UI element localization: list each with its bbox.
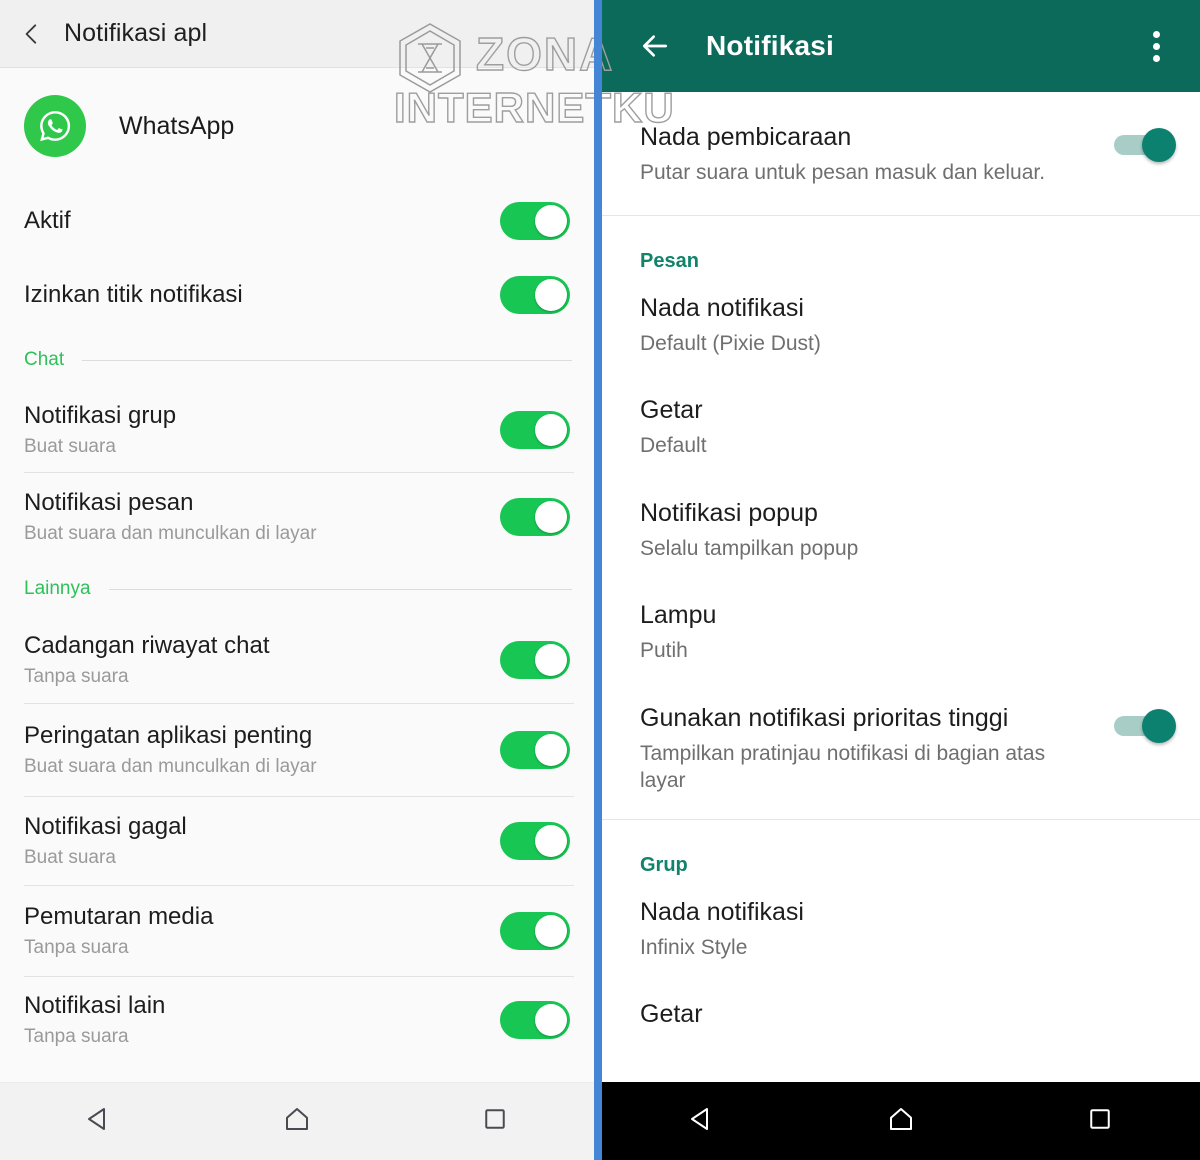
row-title: Peringatan aplikasi penting xyxy=(24,721,313,749)
list-item[interactable]: Lampu Putih xyxy=(602,582,1200,685)
list-item[interactable]: Getar xyxy=(602,981,1200,1038)
list-item[interactable]: Notifikasi pesan Buat suara dan munculka… xyxy=(0,473,594,561)
row-subtitle: Tanpa suara xyxy=(24,1025,129,1047)
row-title: Notifikasi lain xyxy=(24,991,166,1019)
list-item[interactable]: Cadangan riwayat chat Tanpa suara xyxy=(0,617,594,703)
nav-home-icon[interactable] xyxy=(886,1104,916,1139)
app-name-label: WhatsApp xyxy=(119,111,235,140)
row-subtitle: Putih xyxy=(640,639,688,663)
left-phone-screen: Notifikasi apl WhatsApp Aktif Izinkan ti… xyxy=(0,0,594,1160)
arrow-left-icon[interactable] xyxy=(632,23,678,69)
row-title: Notifikasi grup xyxy=(24,401,177,429)
row-subtitle: Selalu tampilkan popup xyxy=(640,536,859,560)
row-title: Lampu xyxy=(640,601,717,630)
left-navigation-bar xyxy=(0,1082,594,1160)
nav-recents-square-icon[interactable] xyxy=(480,1104,510,1139)
dual-screenshot-composite: Notifikasi apl WhatsApp Aktif Izinkan ti… xyxy=(0,0,1200,1160)
row-subtitle: Tanpa suara xyxy=(24,665,129,687)
toggle-switch[interactable] xyxy=(500,276,570,314)
chevron-left-icon[interactable] xyxy=(0,0,64,68)
left-app-bar: Notifikasi apl xyxy=(0,0,594,68)
row-title: Notifikasi pesan xyxy=(24,488,194,516)
toggle-switch[interactable] xyxy=(500,202,570,240)
section-rule xyxy=(82,359,572,361)
toggle-switch[interactable] xyxy=(500,641,570,679)
section-label: Chat xyxy=(24,349,65,370)
toggle-switch[interactable] xyxy=(500,912,570,950)
section-label: Lainnya xyxy=(24,578,91,599)
list-item[interactable]: Notifikasi popup Selalu tampilkan popup xyxy=(602,480,1200,583)
nav-recents-square-icon[interactable] xyxy=(1085,1104,1115,1139)
row-subtitle: Default xyxy=(640,434,707,458)
list-item[interactable]: Notifikasi lain Tanpa suara xyxy=(0,977,594,1063)
list-item[interactable]: Nada notifikasi Default (Pixie Dust) xyxy=(602,279,1200,378)
row-title: Notifikasi gagal xyxy=(24,812,187,840)
list-item[interactable]: Nada notifikasi Infinix Style xyxy=(602,883,1200,982)
list-item[interactable]: Gunakan notifikasi prioritas tinggi Tamp… xyxy=(602,685,1200,819)
row-title: Cadangan riwayat chat xyxy=(24,631,270,659)
section-rule xyxy=(108,588,572,590)
panel-divider xyxy=(594,0,602,1160)
row-title: Pemutaran media xyxy=(24,902,214,930)
right-page-title: Notifikasi xyxy=(706,30,835,61)
toggle-switch[interactable] xyxy=(1114,708,1176,743)
row-subtitle: Putar suara untuk pesan masuk dan keluar… xyxy=(640,161,1046,185)
row-subtitle: Tanpa suara xyxy=(24,936,129,958)
left-settings-list: Aktif Izinkan titik notifikasi Chat Noti… xyxy=(0,184,594,1063)
toggle-switch[interactable] xyxy=(1114,128,1176,162)
app-header-row: WhatsApp xyxy=(0,68,594,184)
row-title: Nada notifikasi xyxy=(640,897,804,926)
section-header-pesan: Pesan xyxy=(640,249,699,272)
toggle-switch[interactable] xyxy=(500,822,570,860)
toggle-switch[interactable] xyxy=(500,498,570,536)
row-subtitle: Buat suara dan munculkan di layar xyxy=(24,522,317,544)
row-subtitle: Buat suara xyxy=(24,846,116,868)
list-item[interactable]: Getar Default xyxy=(602,377,1200,480)
row-title: Nada pembicaraan xyxy=(640,123,852,151)
row-title: Gunakan notifikasi prioritas tinggi xyxy=(640,703,1009,732)
section-header-chat: Chat xyxy=(0,332,594,388)
toggle-switch[interactable] xyxy=(500,1001,570,1039)
row-subtitle: Buat suara dan munculkan di layar xyxy=(24,755,317,777)
row-subtitle: Buat suara xyxy=(24,435,116,457)
whatsapp-icon xyxy=(24,95,86,157)
list-item[interactable]: Peringatan aplikasi penting Buat suara d… xyxy=(0,704,594,796)
row-title: Getar xyxy=(640,1000,703,1029)
list-item[interactable]: Notifikasi gagal Buat suara xyxy=(0,797,594,885)
row-subtitle: Default (Pixie Dust) xyxy=(640,331,821,355)
overflow-menu-icon[interactable] xyxy=(1134,23,1178,69)
left-page-title: Notifikasi apl xyxy=(64,19,208,47)
row-subtitle: Infinix Style xyxy=(640,935,748,959)
right-app-bar: Notifikasi xyxy=(602,0,1200,92)
row-subtitle: Tampilkan pratinjau notifikasi di bagian… xyxy=(640,741,1046,793)
section-header-grup: Grup xyxy=(640,853,688,876)
right-navigation-bar xyxy=(602,1082,1200,1160)
toggle-switch[interactable] xyxy=(500,731,570,769)
row-title: Aktif xyxy=(24,206,71,234)
row-title: Getar xyxy=(640,396,703,425)
list-item[interactable]: Izinkan titik notifikasi xyxy=(0,258,594,332)
list-item[interactable]: Aktif xyxy=(0,184,594,258)
list-item[interactable]: Pemutaran media Tanpa suara xyxy=(0,886,594,976)
row-title: Izinkan titik notifikasi xyxy=(24,280,243,308)
toggle-switch[interactable] xyxy=(500,411,570,449)
nav-back-triangle-icon[interactable] xyxy=(687,1104,717,1139)
row-title: Notifikasi popup xyxy=(640,498,818,527)
nav-back-triangle-icon[interactable] xyxy=(84,1104,114,1139)
row-title: Nada notifikasi xyxy=(640,293,804,322)
right-phone-screen: Notifikasi Nada pembicaraan Putar suara … xyxy=(602,0,1200,1160)
list-item[interactable]: Notifikasi grup Buat suara xyxy=(0,388,594,472)
list-item[interactable]: Nada pembicaraan Putar suara untuk pesan… xyxy=(602,92,1200,215)
section-header-lainnya: Lainnya xyxy=(0,561,594,617)
nav-home-icon[interactable] xyxy=(282,1104,312,1139)
